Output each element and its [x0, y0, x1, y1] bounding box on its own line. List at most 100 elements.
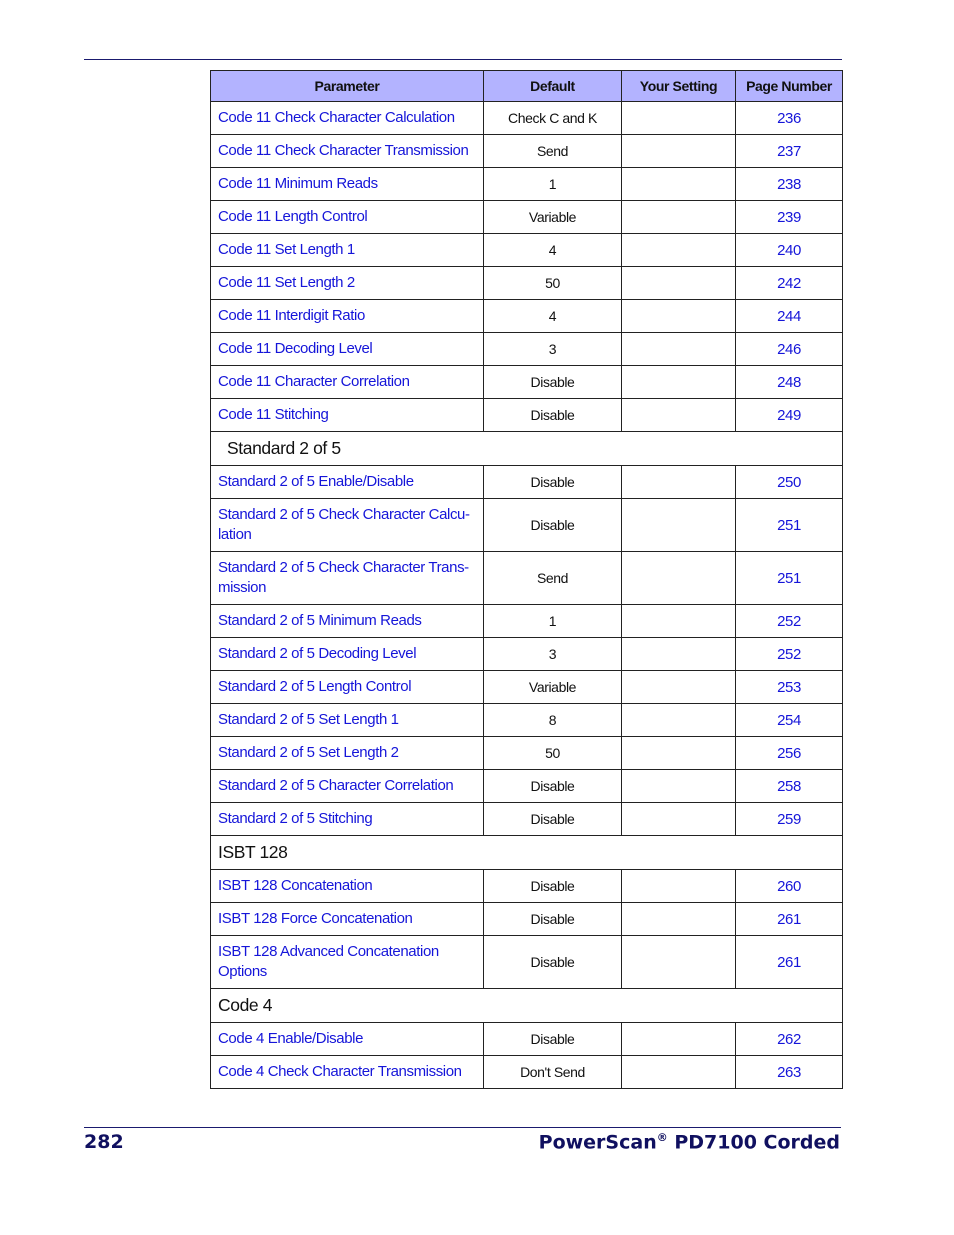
table-row: Standard 2 of 5 Enable/Disable Disable 250: [210, 465, 843, 499]
parameter-link[interactable]: Standard 2 of 5 Set Length 2: [210, 736, 484, 770]
page-link[interactable]: 252: [735, 637, 843, 671]
page-link[interactable]: 250: [735, 465, 843, 499]
footer-title: PowerScan® PD7100 Corded: [539, 1131, 840, 1153]
page-link[interactable]: 259: [735, 802, 843, 836]
default-value: 50: [483, 736, 622, 770]
parameter-link[interactable]: Code 11 Length Control: [210, 200, 484, 234]
your-setting-cell[interactable]: [621, 365, 736, 399]
page-link[interactable]: 236: [735, 101, 843, 135]
parameter-link[interactable]: Standard 2 of 5 Length Control: [210, 670, 484, 704]
parameter-link[interactable]: Code 11 Minimum Reads: [210, 167, 484, 201]
default-value: Disable: [483, 902, 622, 936]
parameter-link[interactable]: Standard 2 of 5 Set Length 1: [210, 703, 484, 737]
parameter-link[interactable]: Code 11 Decoding Level: [210, 332, 484, 366]
your-setting-cell[interactable]: [621, 332, 736, 366]
parameter-link[interactable]: Standard 2 of 5 Enable/Disable: [210, 465, 484, 499]
your-setting-cell[interactable]: [621, 935, 736, 989]
page-link[interactable]: 253: [735, 670, 843, 704]
your-setting-cell[interactable]: [621, 769, 736, 803]
page-link[interactable]: 237: [735, 134, 843, 168]
table-row: Standard 2 of 5 Check Character Calcu- l…: [210, 498, 843, 552]
manual-page: Parameter Default Your Setting Page Numb…: [0, 0, 954, 1235]
your-setting-cell[interactable]: [621, 498, 736, 552]
your-setting-cell[interactable]: [621, 736, 736, 770]
section-row: ISBT 128: [210, 835, 843, 870]
parameter-link[interactable]: Standard 2 of 5 Decoding Level: [210, 637, 484, 671]
your-setting-cell[interactable]: [621, 167, 736, 201]
page-link[interactable]: 261: [735, 902, 843, 936]
default-value: Disable: [483, 498, 622, 552]
page-link[interactable]: 251: [735, 551, 843, 605]
page-link[interactable]: 262: [735, 1022, 843, 1056]
page-link[interactable]: 252: [735, 604, 843, 638]
section-heading: Standard 2 of 5: [210, 431, 843, 466]
header-page-number: Page Number: [735, 70, 843, 102]
parameter-link[interactable]: Code 11 Interdigit Ratio: [210, 299, 484, 333]
default-value: 8: [483, 703, 622, 737]
your-setting-cell[interactable]: [621, 134, 736, 168]
default-value: Send: [483, 134, 622, 168]
your-setting-cell[interactable]: [621, 299, 736, 333]
page-link[interactable]: 260: [735, 869, 843, 903]
your-setting-cell[interactable]: [621, 670, 736, 704]
parameter-link[interactable]: Standard 2 of 5 Check Character Trans- m…: [210, 551, 484, 605]
your-setting-cell[interactable]: [621, 465, 736, 499]
parameter-link[interactable]: Code 11 Check Character Calculation: [210, 101, 484, 135]
your-setting-cell[interactable]: [621, 604, 736, 638]
parameter-link[interactable]: Standard 2 of 5 Character Correlation: [210, 769, 484, 803]
parameter-table: Parameter Default Your Setting Page Numb…: [210, 70, 843, 1089]
your-setting-cell[interactable]: [621, 266, 736, 300]
parameter-link[interactable]: Code 4 Enable/Disable: [210, 1022, 484, 1056]
page-link[interactable]: 238: [735, 167, 843, 201]
page-link[interactable]: 254: [735, 703, 843, 737]
default-value: Disable: [483, 769, 622, 803]
page-link[interactable]: 261: [735, 935, 843, 989]
page-link[interactable]: 248: [735, 365, 843, 399]
table-row: Code 11 Set Length 2 50 242: [210, 266, 843, 300]
default-value: Disable: [483, 398, 622, 432]
your-setting-cell[interactable]: [621, 637, 736, 671]
your-setting-cell[interactable]: [621, 802, 736, 836]
parameter-link[interactable]: ISBT 128 Force Concatenation: [210, 902, 484, 936]
page-link[interactable]: 242: [735, 266, 843, 300]
page-link[interactable]: 251: [735, 498, 843, 552]
parameter-link[interactable]: Code 11 Stitching: [210, 398, 484, 432]
your-setting-cell[interactable]: [621, 869, 736, 903]
table-row: Standard 2 of 5 Minimum Reads 1 252: [210, 604, 843, 638]
parameter-link[interactable]: Code 11 Character Correlation: [210, 365, 484, 399]
product-name: PowerScan: [538, 1131, 657, 1154]
page-link[interactable]: 256: [735, 736, 843, 770]
your-setting-cell[interactable]: [621, 902, 736, 936]
your-setting-cell[interactable]: [621, 101, 736, 135]
header-your-setting: Your Setting: [621, 70, 736, 102]
default-value: Disable: [483, 802, 622, 836]
table-row: ISBT 128 Advanced Concatenation Options D…: [210, 935, 843, 989]
your-setting-cell[interactable]: [621, 551, 736, 605]
your-setting-cell[interactable]: [621, 703, 736, 737]
table-row: Code 11 Length Control Variable 239: [210, 200, 843, 234]
footer-rule: [84, 1127, 841, 1128]
parameter-link[interactable]: Standard 2 of 5 Minimum Reads: [210, 604, 484, 638]
parameter-link[interactable]: Code 11 Set Length 2: [210, 266, 484, 300]
page-link[interactable]: 239: [735, 200, 843, 234]
parameter-link[interactable]: Standard 2 of 5 Check Character Calcu- l…: [210, 498, 484, 552]
page-link[interactable]: 246: [735, 332, 843, 366]
your-setting-cell[interactable]: [621, 1055, 736, 1089]
parameter-link[interactable]: ISBT 128 Concatenation: [210, 869, 484, 903]
page-link[interactable]: 249: [735, 398, 843, 432]
parameter-link[interactable]: Standard 2 of 5 Stitching: [210, 802, 484, 836]
page-link[interactable]: 258: [735, 769, 843, 803]
parameter-link[interactable]: ISBT 128 Advanced Concatenation Options: [210, 935, 484, 989]
page-link[interactable]: 263: [735, 1055, 843, 1089]
parameter-link[interactable]: Code 11 Check Character Transmission: [210, 134, 484, 168]
your-setting-cell[interactable]: [621, 1022, 736, 1056]
section-heading: ISBT 128: [210, 835, 843, 870]
your-setting-cell[interactable]: [621, 398, 736, 432]
page-link[interactable]: 240: [735, 233, 843, 267]
page-link[interactable]: 244: [735, 299, 843, 333]
parameter-link[interactable]: Code 11 Set Length 1: [210, 233, 484, 267]
parameter-link[interactable]: Code 4 Check Character Transmission: [210, 1055, 484, 1089]
header-rule: [84, 59, 842, 60]
your-setting-cell[interactable]: [621, 200, 736, 234]
your-setting-cell[interactable]: [621, 233, 736, 267]
